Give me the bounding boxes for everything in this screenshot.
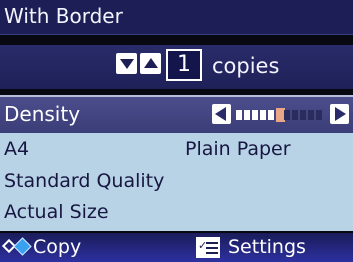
triangle-down-icon bbox=[120, 59, 134, 69]
density-segment bbox=[268, 110, 274, 120]
settings-softkey-label[interactable]: Settings bbox=[228, 236, 306, 258]
reduce-enlarge-value: Actual Size bbox=[4, 201, 109, 223]
quality-value: Standard Quality bbox=[4, 170, 165, 192]
settings-summary-panel: A4 Plain Paper Standard Quality Actual S… bbox=[0, 133, 353, 231]
header-bar: With Border bbox=[0, 0, 353, 35]
density-level-meter bbox=[236, 108, 324, 122]
copies-count-field[interactable]: 1 bbox=[166, 49, 202, 81]
density-segment bbox=[284, 110, 290, 120]
density-segment bbox=[316, 110, 322, 120]
header-title: With Border bbox=[4, 4, 123, 28]
density-decrease-button[interactable] bbox=[212, 104, 231, 124]
checklist-icon: ✓ bbox=[196, 237, 220, 258]
density-segment bbox=[252, 110, 258, 120]
density-segment bbox=[244, 110, 250, 120]
density-increase-button[interactable] bbox=[330, 104, 349, 124]
density-segment bbox=[236, 110, 242, 120]
density-segment bbox=[292, 110, 298, 120]
triangle-up-icon bbox=[144, 58, 158, 68]
copies-row: 1 copies bbox=[0, 45, 353, 89]
copy-softkey-label[interactable]: Copy bbox=[33, 236, 81, 258]
printer-lcd-screen: With Border 1 copies Density A4 Plain Pa… bbox=[0, 0, 353, 262]
copies-label: copies bbox=[212, 54, 280, 78]
triangle-right-icon bbox=[335, 107, 346, 121]
footer-bar: Copy ✓ Settings bbox=[0, 233, 353, 262]
density-row[interactable]: Density bbox=[0, 95, 353, 135]
decrement-copies-button[interactable] bbox=[116, 53, 137, 74]
increment-copies-button[interactable] bbox=[140, 53, 161, 74]
density-segment bbox=[260, 110, 266, 120]
paper-size-value: A4 bbox=[4, 138, 30, 160]
density-segment bbox=[300, 110, 306, 120]
density-segment bbox=[308, 110, 314, 120]
copy-diamonds-icon bbox=[1, 237, 32, 256]
paper-type-value: Plain Paper bbox=[185, 138, 291, 160]
density-label: Density bbox=[4, 102, 81, 126]
triangle-left-icon bbox=[215, 107, 226, 121]
